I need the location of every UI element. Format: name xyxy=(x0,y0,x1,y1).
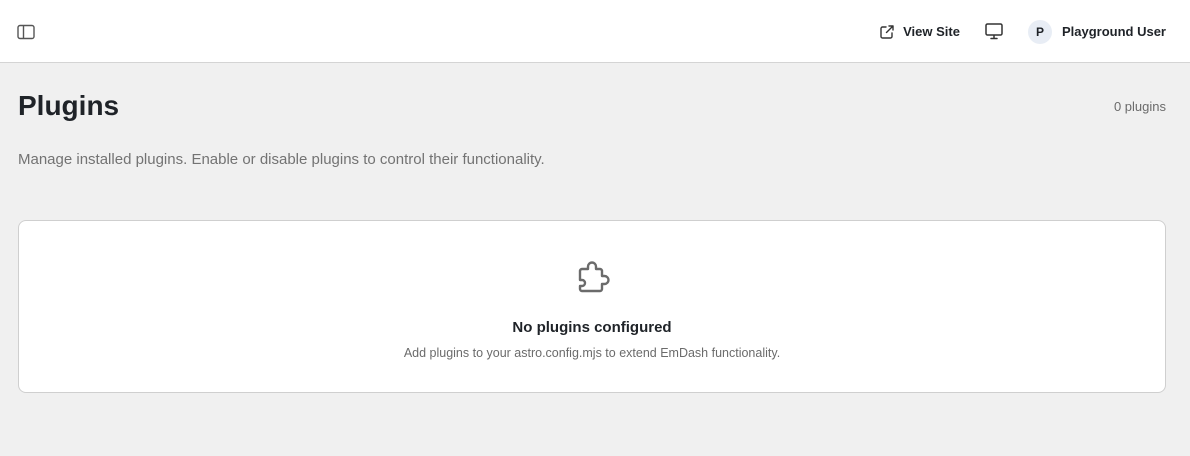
view-site-label: View Site xyxy=(903,24,960,39)
sidebar-toggle-icon xyxy=(17,24,35,40)
page-description: Manage installed plugins. Enable or disa… xyxy=(18,151,545,168)
monitor-icon xyxy=(985,23,1003,40)
plugin-count: 0 plugins xyxy=(1113,99,1166,114)
avatar: P xyxy=(1027,19,1052,44)
sidebar-toggle-button[interactable] xyxy=(14,20,38,44)
empty-state-subtitle: Add plugins to your astro.config.mjs to … xyxy=(403,346,781,360)
external-link-icon xyxy=(880,24,894,39)
empty-state-title: No plugins configured xyxy=(512,319,672,336)
topbar-actions: View Site P Playground User xyxy=(879,0,1166,63)
user-menu[interactable]: P Playground User xyxy=(1027,19,1166,44)
empty-state-card: No plugins configured Add plugins to you… xyxy=(18,220,1166,393)
preview-screen-button[interactable] xyxy=(984,22,1004,42)
user-name: Playground User xyxy=(1061,24,1166,39)
top-bar: View Site P Playground User xyxy=(0,0,1190,63)
view-site-link[interactable]: View Site xyxy=(879,24,960,40)
puzzle-icon xyxy=(578,261,610,293)
page-title: Plugins xyxy=(18,90,120,121)
